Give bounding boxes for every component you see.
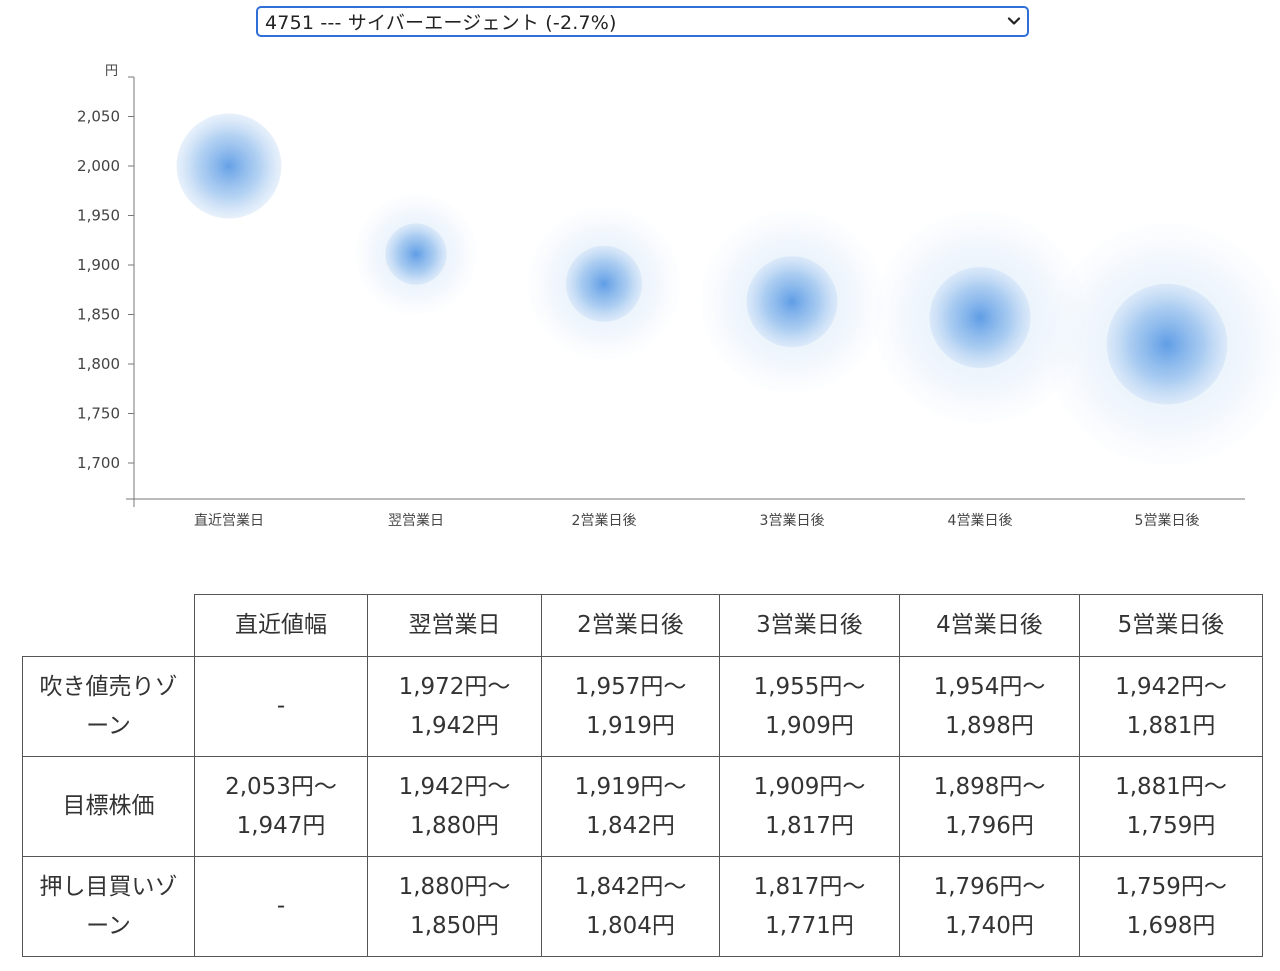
table-cell: 1,880円〜 1,850円 [367, 856, 542, 957]
table-cell: - [194, 856, 368, 957]
table-cell: 1,954円〜 1,898円 [899, 656, 1080, 757]
column-header: 2営業日後 [541, 594, 720, 657]
cell-range-to: 1,898円 [945, 712, 1034, 739]
target-bubble [176, 113, 282, 219]
x-tick-label: 3営業日後 [760, 513, 825, 529]
cell-range-from: 1,942円〜 [1115, 673, 1227, 700]
table-cell: 1,909円〜 1,817円 [719, 756, 900, 857]
cell-range-to: 1,942円 [410, 712, 499, 739]
table-cell: 1,957円〜 1,919円 [541, 656, 720, 757]
cell-range-to: 1,880円 [410, 812, 499, 839]
cell-range-to: 1,909円 [765, 712, 854, 739]
cell-range-from: 1,957円〜 [574, 673, 687, 700]
cell-range-from: 1,842円〜 [574, 873, 687, 900]
zone-table: 直近値幅 翌営業日 2営業日後 3営業日後 4営業日後 5営業日後 吹き値売りゾ… [22, 594, 1263, 957]
cell-range-from: 1,972円〜 [398, 673, 511, 700]
target-bubble [929, 266, 1031, 368]
cell-range-to: 1,804円 [586, 912, 675, 939]
row-header: 吹き値売りゾーン [22, 656, 195, 757]
x-tick-label: 5営業日後 [1135, 513, 1200, 529]
y-tick-label: 2,050 [77, 108, 120, 126]
row-header: 押し目買いゾーン [22, 856, 195, 957]
column-header: 5営業日後 [1079, 594, 1263, 657]
cell-range-to: 1,796円 [945, 812, 1034, 839]
table-cell: 1,942円〜 1,881円 [1079, 656, 1263, 757]
cell-range-from: 2,053円〜 [225, 773, 337, 800]
cell-range-from: 1,909円〜 [753, 773, 866, 800]
table-row: 目標株価 2,053円〜 1,947円 1,942円〜 1,880円 1,919円〜 1,8… [22, 756, 1263, 857]
stock-select[interactable]: 4751 --- サイバーエージェント (-2.7%) [256, 6, 1029, 37]
x-tick-label: 2営業日後 [572, 513, 637, 529]
cell-range-to: 1,919円 [586, 712, 675, 739]
y-tick-label: 1,750 [77, 405, 120, 423]
table-row: 押し目買いゾーン - 1,880円〜 1,850円 1,842円〜 1,804円 1,817… [22, 856, 1263, 957]
y-tick-label: 1,900 [77, 256, 120, 274]
table-cell: 2,053円〜 1,947円 [194, 756, 368, 857]
chevron-down-icon [1007, 17, 1021, 25]
table-cell: 1,955円〜 1,909円 [719, 656, 900, 757]
cell-range-to: 1,740円 [945, 912, 1034, 939]
cell-range-to: 1,759円 [1126, 812, 1216, 839]
cell-range-from: - [276, 893, 286, 919]
target-bubble [385, 223, 447, 285]
y-tick-label: 1,700 [77, 454, 120, 472]
cell-range-from: - [276, 693, 286, 719]
price-forecast-chart: 円 1,700 1,750 1,800 1,850 1,900 1,950 2,000 2,05… [77, 64, 1280, 529]
y-tick-label: 1,850 [77, 306, 120, 324]
table-row: 吹き値売りゾーン - 1,972円〜 1,942円 1,957円〜 1,919円 1,955… [22, 656, 1263, 757]
x-tick-label: 翌営業日 [388, 513, 444, 529]
cell-range-from: 1,796円〜 [933, 873, 1046, 900]
stock-select-value: 4751 --- サイバーエージェント (-2.7%) [265, 12, 617, 34]
table-cell: 1,972円〜 1,942円 [367, 656, 542, 757]
y-tick-label: 2,000 [77, 157, 120, 175]
column-header: 4営業日後 [899, 594, 1080, 657]
table-cell: 1,942円〜 1,880円 [367, 756, 542, 857]
table-cell: 1,881円〜 1,759円 [1079, 756, 1263, 857]
row-header: 目標株価 [22, 756, 195, 857]
cell-range-from: 1,942円〜 [398, 773, 511, 800]
cell-range-to: 1,817円 [765, 812, 854, 839]
cell-range-from: 1,817円〜 [753, 873, 866, 900]
table-cell: 1,919円〜 1,842円 [541, 756, 720, 857]
table-cell: 1,759円〜 1,698円 [1079, 856, 1263, 957]
x-tick-label: 4営業日後 [948, 513, 1013, 529]
y-tick-label: 1,950 [77, 207, 120, 225]
x-tick-label: 直近営業日 [194, 512, 264, 529]
table-cell: 1,898円〜 1,796円 [899, 756, 1080, 857]
table-cell: 1,796円〜 1,740円 [899, 856, 1080, 957]
y-tick-label: 1,800 [77, 355, 120, 373]
cell-range-to: 1,771円 [765, 912, 854, 939]
cell-range-from: 1,880円〜 [398, 873, 511, 900]
cell-range-from: 1,898円〜 [933, 773, 1046, 800]
target-bubble [565, 245, 643, 322]
target-bubble [1106, 283, 1228, 405]
table-header-row: 直近値幅 翌営業日 2営業日後 3営業日後 4営業日後 5営業日後 [22, 594, 1263, 657]
cell-range-from: 1,955円〜 [753, 673, 866, 700]
column-header: 3営業日後 [719, 594, 900, 657]
cell-range-from: 1,954円〜 [933, 673, 1046, 700]
table-cell: - [194, 656, 368, 757]
cell-range-to: 1,881円 [1126, 712, 1216, 739]
cell-range-to: 1,850円 [410, 912, 499, 939]
column-header: 翌営業日 [367, 594, 542, 657]
cell-range-to: 1,698円 [1126, 912, 1216, 939]
column-header: 直近値幅 [194, 594, 368, 657]
target-bubble [746, 256, 838, 348]
table-cell: 1,817円〜 1,771円 [719, 856, 900, 957]
cell-range-from: 1,881円〜 [1115, 773, 1227, 800]
cell-range-from: 1,919円〜 [574, 773, 687, 800]
y-axis-unit-label: 円 [105, 64, 118, 79]
table-corner [22, 594, 195, 657]
cell-range-to: 1,947円 [236, 812, 326, 839]
cell-range-to: 1,842円 [586, 812, 675, 839]
cell-range-from: 1,759円〜 [1115, 873, 1227, 900]
table-cell: 1,842円〜 1,804円 [541, 856, 720, 957]
